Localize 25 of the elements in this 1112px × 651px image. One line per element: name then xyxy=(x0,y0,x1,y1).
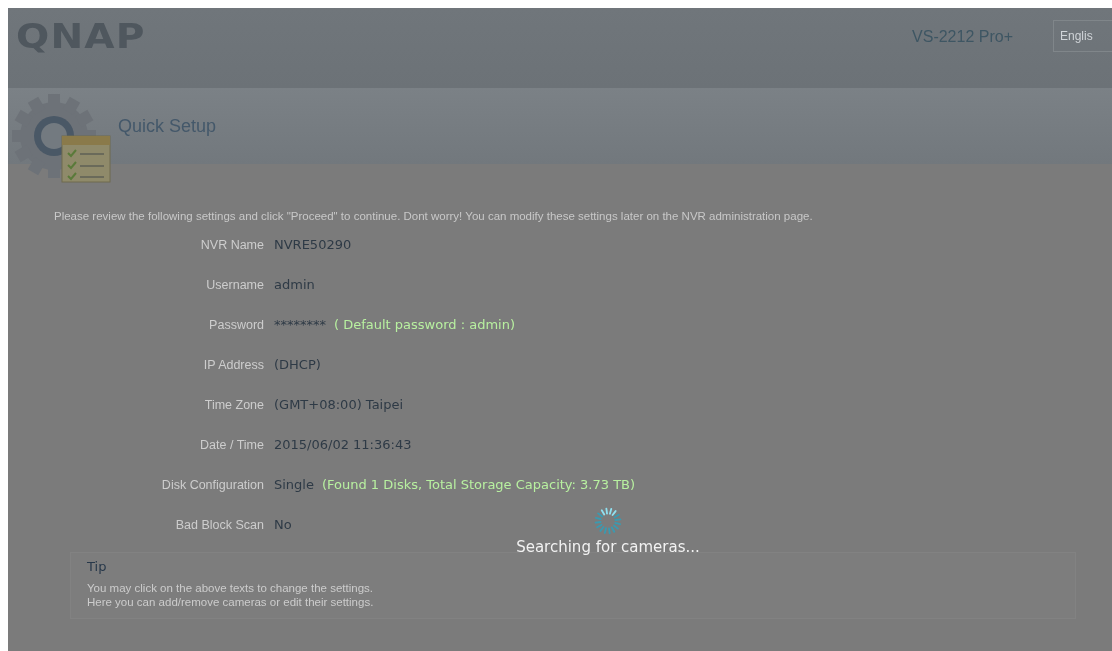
language-select[interactable]: Englis xyxy=(1053,20,1112,52)
setting-label: Date / Time xyxy=(199,438,264,452)
tip-text: You may click on the above texts to change the settings. xyxy=(87,582,374,594)
setting-label: Disk Configuration xyxy=(160,478,264,492)
setting-label: Time Zone xyxy=(203,398,264,412)
setting-value[interactable]: 2015/06/02 11:36:43 xyxy=(274,437,412,452)
tip-text: Here you can add/remove cameras or edit their settings. xyxy=(87,596,375,608)
setting-label: Username xyxy=(205,278,264,292)
tip-title: Tip xyxy=(87,559,107,574)
setting-note: ( Default password : admin) xyxy=(334,317,515,332)
setting-label: IP Address xyxy=(202,358,264,372)
setting-label: NVR Name xyxy=(199,238,264,252)
loading-spinner-icon xyxy=(593,506,623,536)
setting-value[interactable]: No xyxy=(274,517,292,532)
setting-value[interactable]: admin xyxy=(274,277,315,292)
intro-text: Please review the following settings and click "Proceed" to continue. Dont worry! You can modify these settings later on the NVR administration page. xyxy=(54,209,814,224)
setting-value[interactable]: NVRE50290 xyxy=(274,237,352,252)
setting-value[interactable]: ******** xyxy=(274,317,326,332)
loading-message: Searching for cameras... xyxy=(516,538,700,556)
setting-value[interactable]: (DHCP) xyxy=(274,357,321,372)
setting-value[interactable]: Single xyxy=(274,477,314,492)
setting-value[interactable]: (GMT+08:00) Taipei xyxy=(274,397,404,412)
setting-note: (Found 1 Disks, Total Storage Capacity: 3.73 TB) xyxy=(321,477,636,492)
setting-label: Bad Block Scan xyxy=(174,518,264,532)
setting-label: Password xyxy=(208,318,264,332)
